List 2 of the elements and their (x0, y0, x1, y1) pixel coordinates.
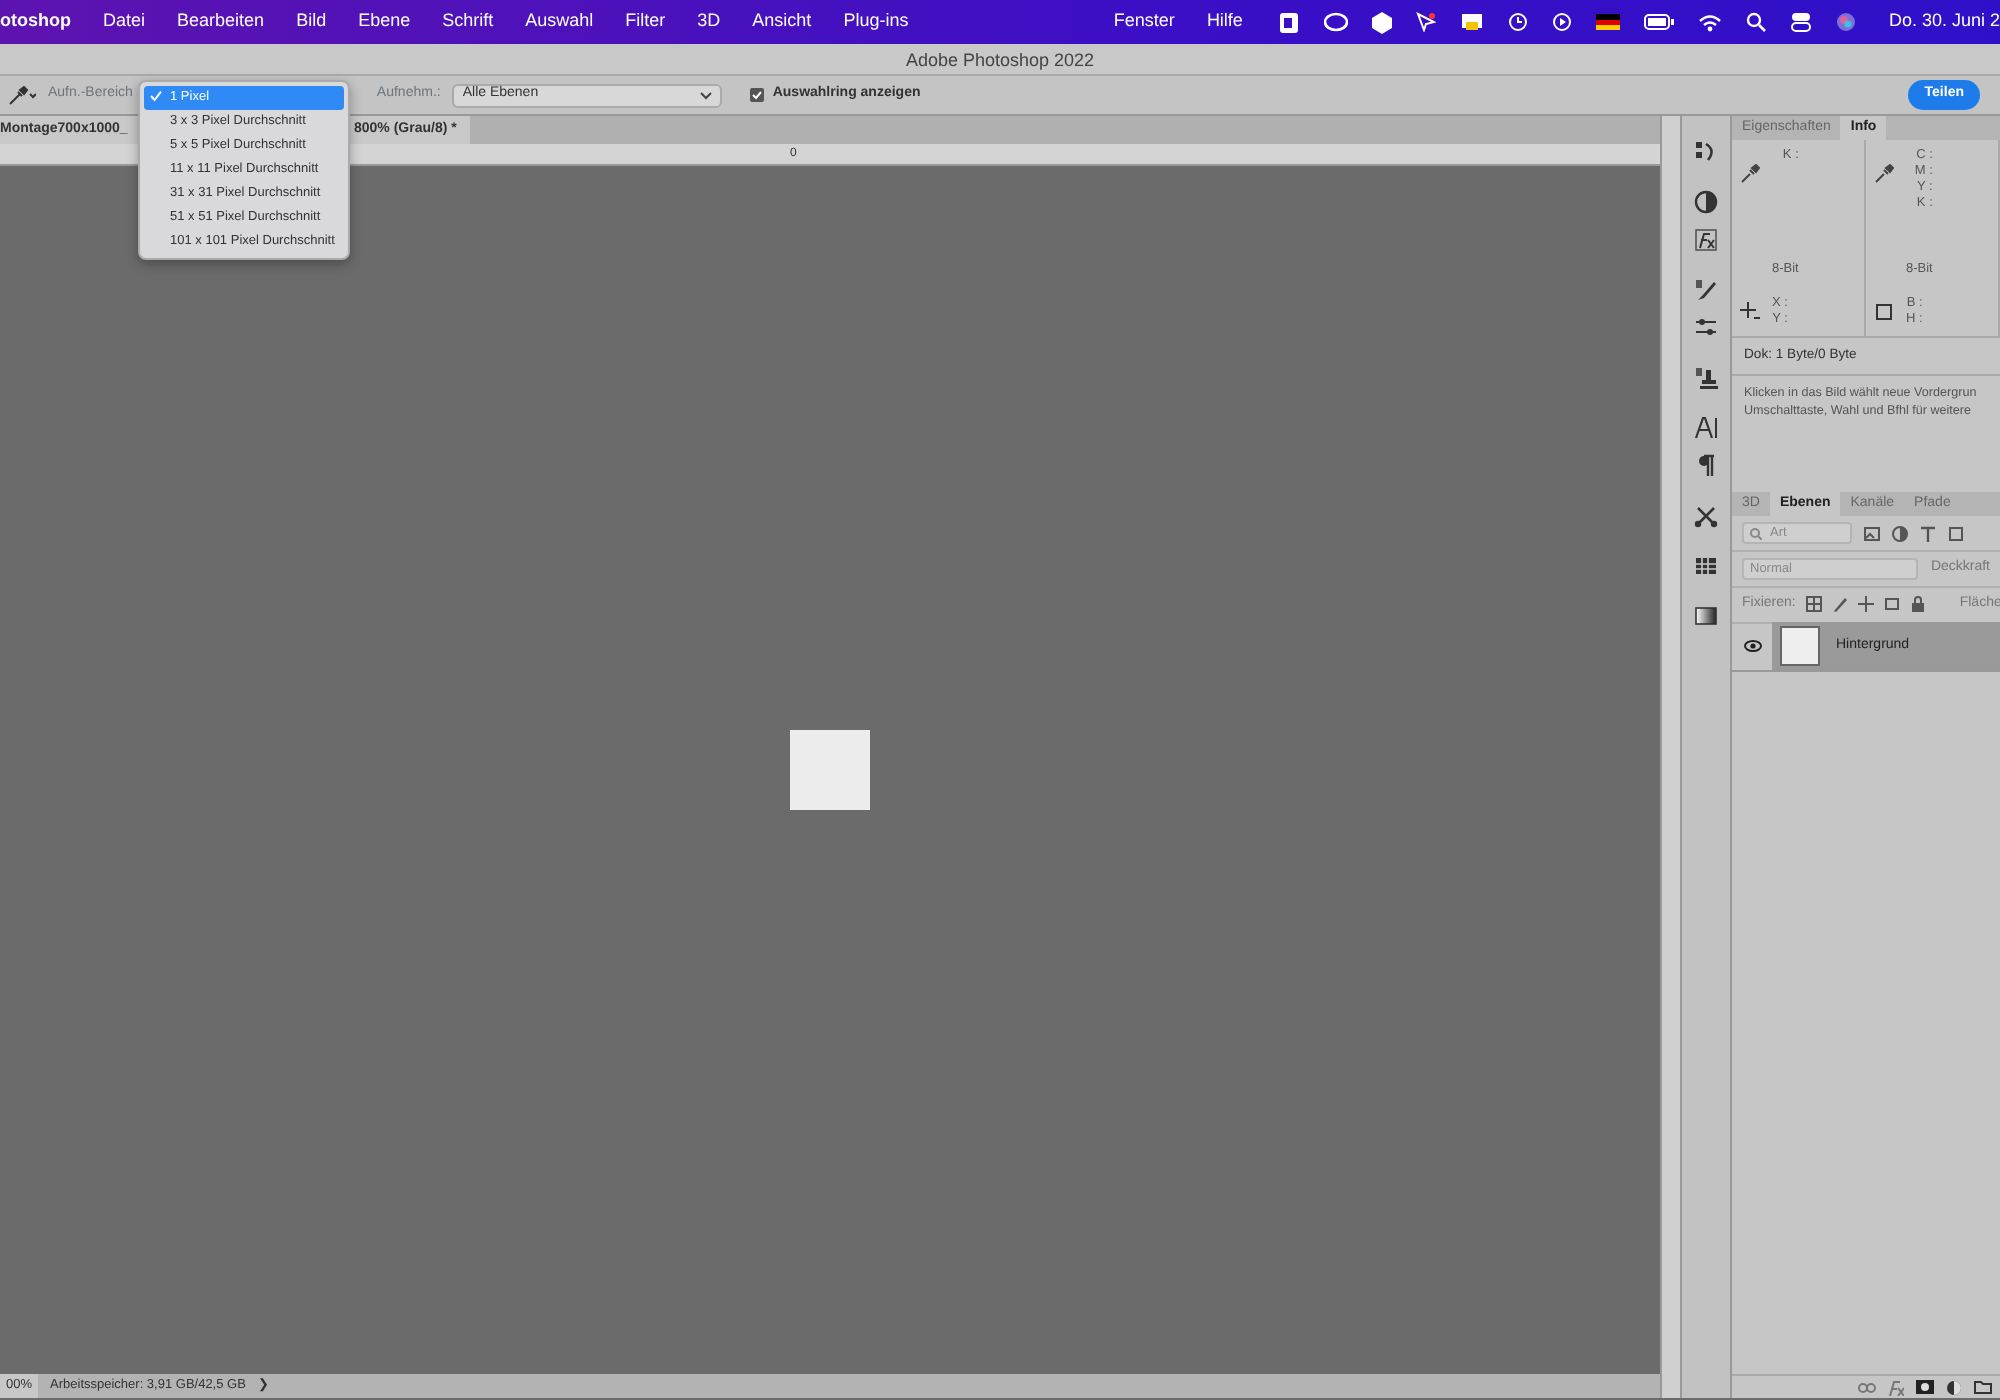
menu-clock: Do. 30. Juni 2 (1886, 8, 2000, 35)
window-title: Adobe Photoshop 2022 (905, 50, 1095, 70)
